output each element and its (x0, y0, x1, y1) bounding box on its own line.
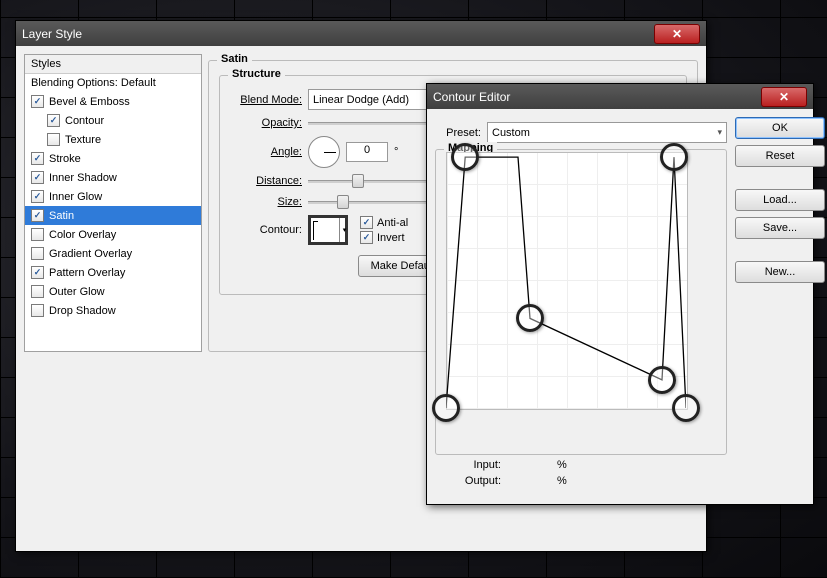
input-label: Input: (451, 459, 501, 471)
style-row-texture[interactable]: Texture (25, 130, 201, 149)
curve-handle[interactable] (516, 304, 544, 332)
style-label: Drop Shadow (49, 305, 116, 317)
curve-handle[interactable] (432, 394, 460, 422)
preset-combo[interactable]: Custom (487, 122, 727, 143)
layer-style-titlebar[interactable]: Layer Style ✕ (16, 21, 706, 46)
checkbox[interactable] (31, 285, 44, 298)
contour-editor-titlebar[interactable]: Contour Editor ✕ (427, 84, 813, 109)
invert-checkbox[interactable]: Invert (360, 231, 408, 244)
input-pct: % (557, 459, 567, 471)
curve-handle[interactable] (660, 143, 688, 171)
style-row-color-overlay[interactable]: Color Overlay (25, 225, 201, 244)
satin-legend: Satin (217, 53, 252, 65)
angle-field[interactable]: 0 (346, 142, 388, 162)
checkbox[interactable] (31, 266, 44, 279)
checkbox[interactable] (31, 190, 44, 203)
curve-handle[interactable] (451, 143, 479, 171)
angle-dial[interactable] (308, 136, 340, 168)
style-row-inner-shadow[interactable]: Inner Shadow (25, 168, 201, 187)
curve-handle[interactable] (648, 366, 676, 394)
style-label: Color Overlay (49, 229, 116, 241)
style-row-contour[interactable]: Contour (25, 111, 201, 130)
checkbox[interactable] (31, 95, 44, 108)
style-label: Satin (49, 210, 74, 222)
checkbox[interactable] (31, 209, 44, 222)
output-label: Output: (451, 475, 501, 487)
close-icon[interactable]: ✕ (654, 24, 700, 44)
checkbox[interactable] (31, 152, 44, 165)
style-label: Texture (65, 134, 101, 146)
ok-button[interactable]: OK (735, 117, 825, 139)
blend-mode-label: Blend Mode: (230, 94, 302, 106)
style-label: Gradient Overlay (49, 248, 132, 260)
new-button[interactable]: New... (735, 261, 825, 283)
degree-label: ° (394, 146, 398, 158)
preset-label: Preset: (435, 127, 481, 139)
angle-label: Angle: (230, 146, 302, 158)
styles-list: Styles Blending Options: Default Bevel &… (24, 54, 202, 352)
contour-curve (446, 152, 686, 408)
style-label: Inner Shadow (49, 172, 117, 184)
style-label: Inner Glow (49, 191, 102, 203)
style-row-stroke[interactable]: Stroke (25, 149, 201, 168)
contour-label: Contour: (230, 224, 302, 236)
style-row-inner-glow[interactable]: Inner Glow (25, 187, 201, 206)
curve-handle[interactable] (672, 394, 700, 422)
styles-header[interactable]: Styles (25, 55, 201, 74)
mapping-group: Mapping (435, 149, 727, 455)
save-button[interactable]: Save... (735, 217, 825, 239)
contour-editor-dialog: Contour Editor ✕ Preset: Custom Mapping … (426, 83, 814, 505)
distance-label: Distance: (230, 175, 302, 187)
style-row-outer-glow[interactable]: Outer Glow (25, 282, 201, 301)
load-button[interactable]: Load... (735, 189, 825, 211)
checkbox[interactable] (31, 304, 44, 317)
blending-options-row[interactable]: Blending Options: Default (25, 74, 201, 92)
checkbox[interactable] (31, 171, 44, 184)
contour-editor-title: Contour Editor (433, 90, 761, 104)
opacity-label: Opacity: (230, 117, 302, 129)
checkbox[interactable] (47, 133, 60, 146)
style-label: Contour (65, 115, 104, 127)
style-row-drop-shadow[interactable]: Drop Shadow (25, 301, 201, 320)
checkbox[interactable] (31, 228, 44, 241)
structure-legend: Structure (228, 68, 285, 80)
layer-style-title: Layer Style (22, 27, 654, 41)
contour-thumbnail[interactable]: ▾ (308, 215, 348, 245)
reset-button[interactable]: Reset (735, 145, 825, 167)
checkbox[interactable] (47, 114, 60, 127)
style-label: Stroke (49, 153, 81, 165)
style-label: Pattern Overlay (49, 267, 125, 279)
style-row-gradient-overlay[interactable]: Gradient Overlay (25, 244, 201, 263)
antialias-checkbox[interactable]: Anti-al (360, 216, 408, 229)
style-row-satin[interactable]: Satin (25, 206, 201, 225)
style-row-bevel-emboss[interactable]: Bevel & Emboss (25, 92, 201, 111)
output-pct: % (557, 475, 567, 487)
style-row-pattern-overlay[interactable]: Pattern Overlay (25, 263, 201, 282)
style-label: Outer Glow (49, 286, 105, 298)
checkbox[interactable] (31, 247, 44, 260)
size-label: Size: (230, 196, 302, 208)
close-icon[interactable]: ✕ (761, 87, 807, 107)
style-label: Bevel & Emboss (49, 96, 130, 108)
chevron-down-icon[interactable]: ▾ (339, 218, 349, 242)
